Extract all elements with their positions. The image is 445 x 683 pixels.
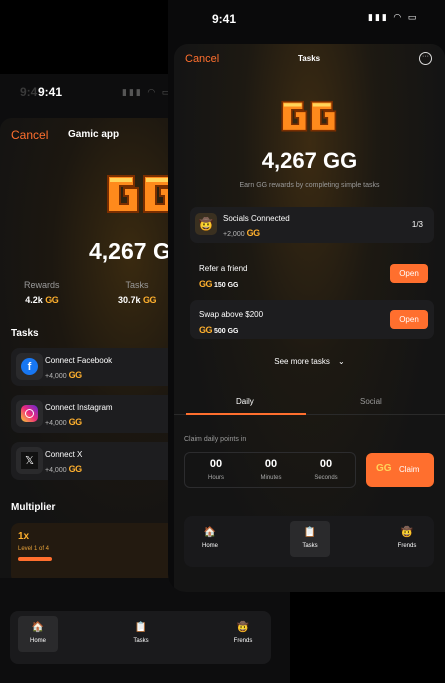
task-name: Swap above $200 — [199, 310, 264, 319]
nav-home[interactable]: 🏠 Home — [18, 616, 58, 652]
nav-friends[interactable]: 🤠 Frends — [387, 521, 427, 557]
gg-coin-icon: GG — [68, 370, 83, 380]
tasks-stat-value: 30.7k — [118, 295, 141, 305]
home-icon: 🏠 — [203, 527, 217, 538]
task-name: Connect X — [45, 450, 83, 459]
status-time: 9:41 — [212, 12, 237, 26]
timer-seconds: 00 Seconds — [314, 458, 338, 481]
task-reward: GG 500 GG — [199, 325, 239, 335]
socials-title: Socials Connected — [223, 214, 290, 223]
multiplier-section-title: Multiplier — [11, 502, 56, 513]
rewards-value: 4.2k — [25, 295, 43, 305]
gg-coin-icon: GG — [68, 464, 83, 474]
signal-wifi-battery-icon: ▮▮▮ ◠ ▭ — [122, 87, 173, 97]
nav-label: Frends — [233, 638, 253, 644]
balance-subtitle: Earn GG rewards by completing simple tas… — [239, 182, 380, 189]
sheet-title: Gamic app — [68, 129, 120, 140]
socials-progress: 1/3 — [411, 220, 423, 229]
timer-minutes: 00 Minutes — [260, 458, 282, 481]
friends-icon: 🤠 — [236, 622, 250, 633]
status-time-ghost: 9:4 — [20, 85, 38, 99]
task-reward: GG 150 GG — [199, 279, 239, 289]
gg-coin-icon: GG — [199, 325, 213, 335]
claim-countdown-label: Claim daily points in — [184, 436, 247, 443]
open-button[interactable]: Open — [390, 310, 428, 329]
nav-label: Frends — [397, 543, 417, 549]
chevron-down-icon: ⌄ — [338, 357, 345, 366]
more-options-icon[interactable]: ··· — [419, 52, 432, 65]
home-icon: 🏠 — [31, 622, 45, 633]
open-button[interactable]: Open — [390, 264, 428, 283]
task-refer-friend[interactable]: Refer a friend GG 150 GG Open — [190, 254, 434, 293]
gg-coin-icon: GG — [68, 417, 83, 427]
status-time: 9:41 — [38, 85, 63, 99]
friends-icon: 🤠 — [400, 527, 414, 538]
timer-hours: 00 Hours — [207, 458, 224, 481]
nav-label: Tasks — [302, 543, 318, 549]
nav-label: Tasks — [133, 638, 149, 644]
multiplier-progress-bar — [18, 557, 52, 561]
task-reward: +4,000 GG — [45, 370, 82, 380]
tasks-icon: 📋 — [303, 527, 317, 538]
task-name: Connect Instagram — [45, 403, 113, 412]
gg-logo-icon — [281, 100, 337, 132]
multiplier-level: Level 1 of 4 — [18, 546, 50, 552]
tab-bar: Daily Social — [174, 391, 445, 415]
bottom-nav: 🏠 Home 📋 Tasks 🤠 Frends — [184, 516, 434, 567]
nav-label: Home — [201, 543, 218, 549]
tasks-screen: 9:41 ▮▮▮ ◠ ▭ Cancel Tasks ··· 4,267 GG E… — [168, 0, 445, 592]
tasks-stat-label: Tasks — [125, 280, 149, 290]
task-name: Refer a friend — [199, 264, 248, 273]
tasks-icon: 📋 — [134, 622, 148, 633]
cancel-button[interactable]: Cancel — [185, 53, 219, 65]
nav-tasks[interactable]: 📋 Tasks — [121, 616, 161, 652]
task-reward: +4,000 GG — [45, 417, 82, 427]
rewards-label: Rewards — [24, 280, 60, 290]
nav-home[interactable]: 🏠 Home — [190, 521, 230, 557]
gg-logo-icon — [107, 175, 175, 213]
tasks-sheet: Cancel Tasks ··· 4,267 GG Earn GG reward… — [174, 44, 445, 592]
rewards-stat: Rewards 4.2k GG — [24, 280, 60, 305]
tasks-stat: Tasks 30.7k GG — [118, 280, 157, 305]
countdown-timer: 00 Hours 00 Minutes 00 Seconds — [184, 452, 356, 488]
tab-daily[interactable]: Daily — [236, 397, 254, 406]
facebook-icon: f — [21, 358, 38, 375]
task-reward: +4,000 GG — [45, 464, 82, 474]
see-more-tasks-button[interactable]: See more tasks ⌄ — [174, 357, 445, 366]
gg-coin-icon: GG — [376, 463, 392, 474]
balance-amount: 4,267 GG — [261, 148, 358, 173]
gg-coin-icon: GG — [143, 295, 157, 305]
socials-connected-row[interactable]: 🤠 Socials Connected +2,000 GG 1/3 — [190, 207, 434, 243]
sheet-title: Tasks — [298, 54, 321, 63]
task-swap-above[interactable]: Swap above $200 GG 500 GG Open — [190, 300, 434, 339]
nav-tasks[interactable]: 📋 Tasks — [290, 521, 330, 557]
gg-coin-icon: GG — [246, 228, 261, 238]
socials-reward: +2,000 GG — [223, 228, 260, 238]
cowboy-icon: 🤠 — [195, 213, 217, 235]
task-name: Connect Facebook — [45, 356, 113, 365]
signal-wifi-battery-icon: ▮▮▮ ◠ ▭ — [368, 12, 419, 22]
gg-coin-icon: GG — [45, 295, 59, 305]
nav-label: Home — [29, 638, 46, 644]
cancel-button[interactable]: Cancel — [11, 128, 48, 142]
active-tab-indicator — [186, 413, 306, 415]
see-more-label: See more tasks — [274, 357, 330, 366]
claim-label: Claim — [399, 465, 420, 474]
tab-social[interactable]: Social — [360, 397, 382, 406]
nav-friends[interactable]: 🤠 Frends — [223, 616, 263, 652]
multiplier-value: 1x — [18, 531, 30, 542]
claim-button[interactable]: GG Claim — [366, 453, 434, 487]
bottom-nav: 🏠 Home 📋 Tasks 🤠 Frends — [10, 611, 271, 664]
gg-coin-icon: GG — [199, 279, 213, 289]
instagram-icon — [21, 405, 38, 422]
tasks-section-title: Tasks — [11, 328, 39, 339]
x-icon: 𝕏 — [21, 452, 38, 469]
